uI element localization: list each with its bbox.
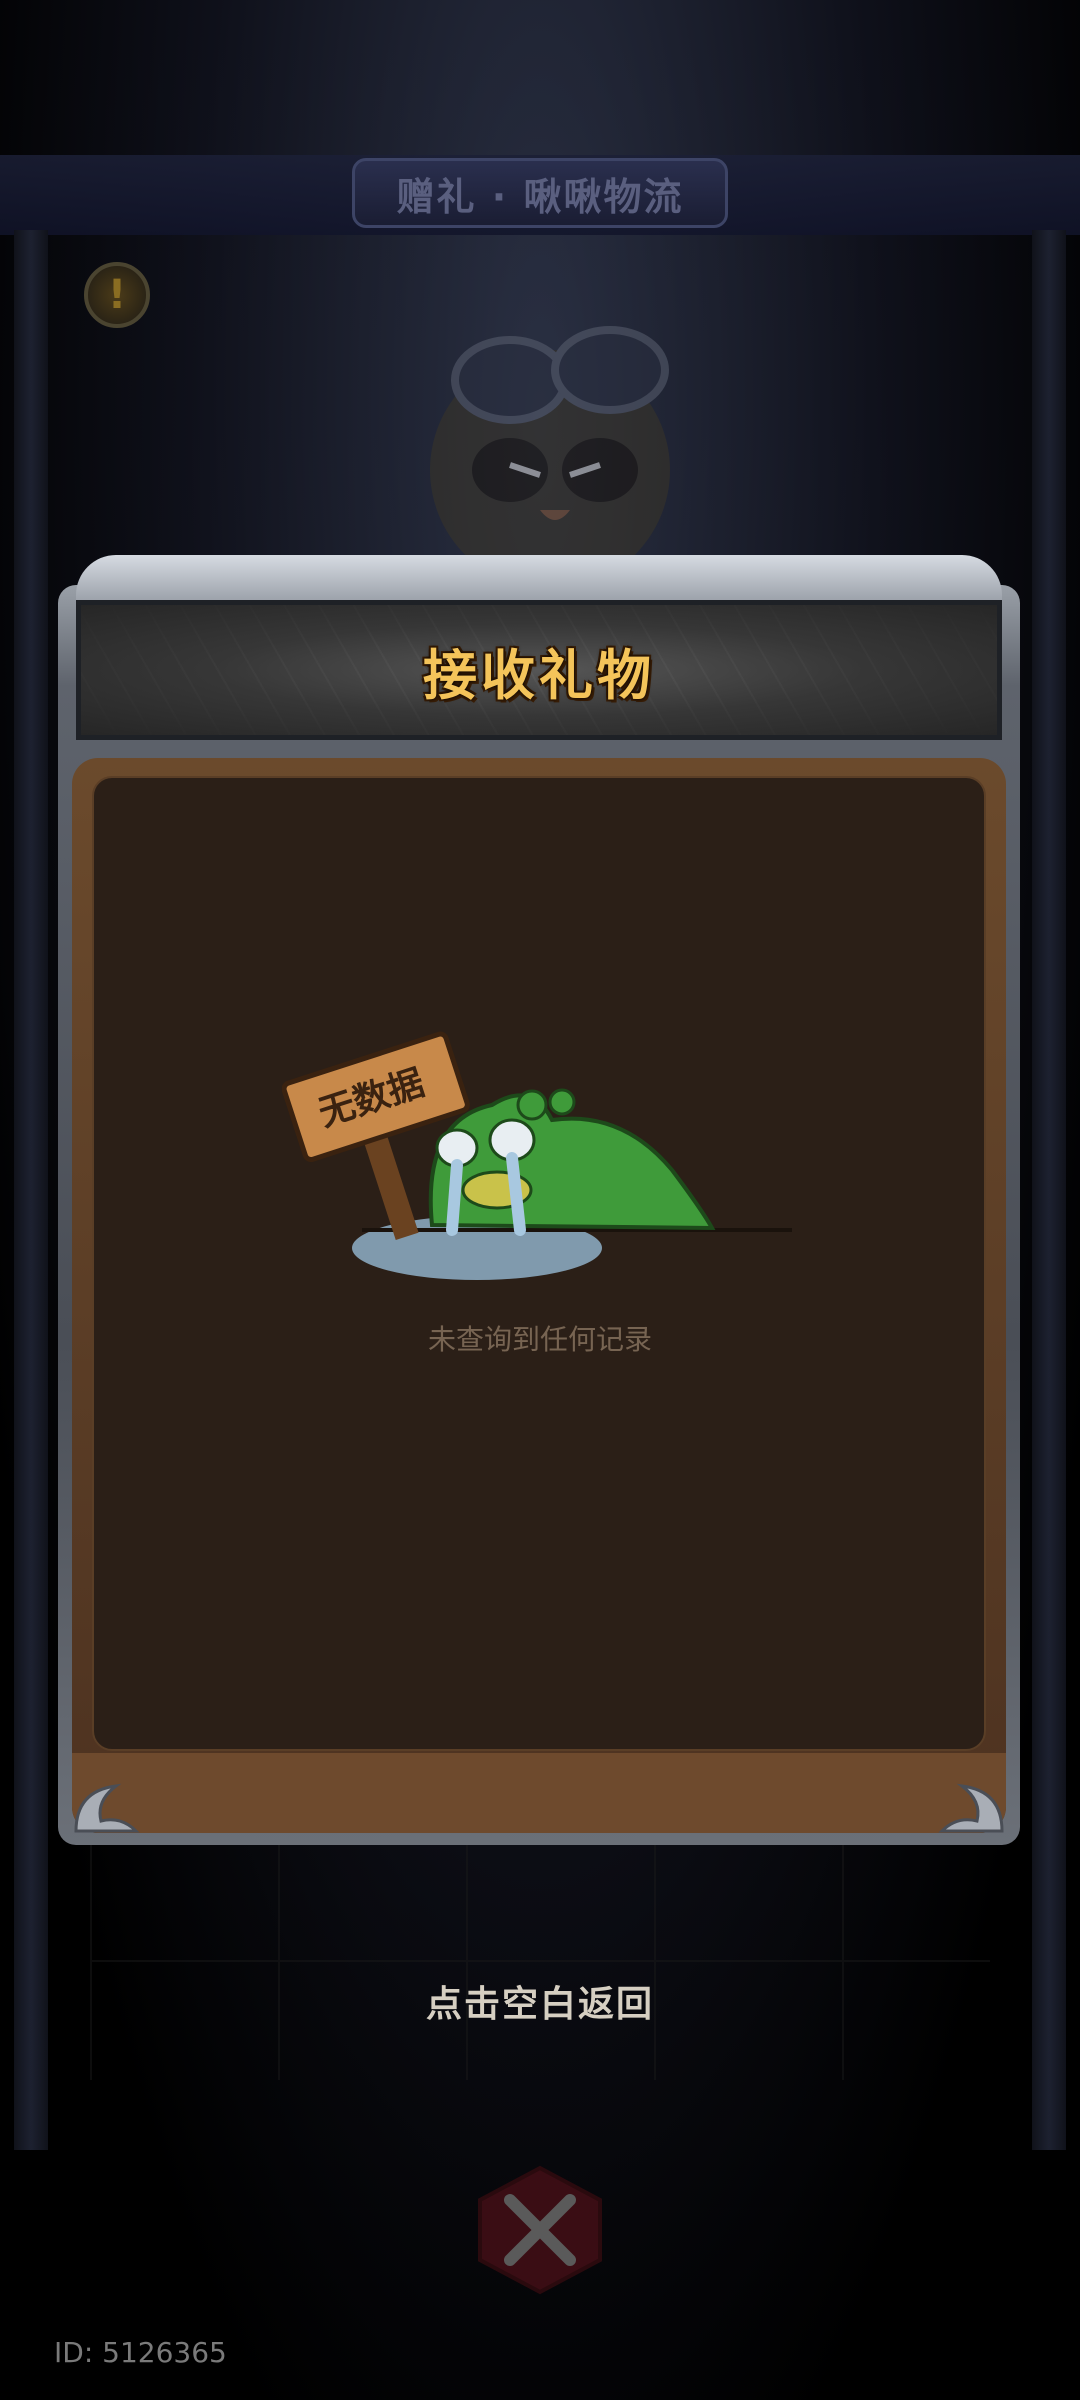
- background-grid: [90, 1840, 990, 2080]
- dialog-footer-bar: [72, 1753, 1006, 1833]
- corner-ornament-icon: [74, 1783, 140, 1833]
- window-title: 赠礼 · 啾啾物流: [352, 158, 728, 228]
- tap-to-return-hint[interactable]: 点击空白返回: [0, 1975, 1080, 2027]
- user-id-label: ID: 5126365: [54, 2336, 227, 2369]
- empty-state-illustration: 无数据: [282, 1031, 792, 1280]
- dialog-header: 接收礼物: [76, 600, 1002, 740]
- left-frame: [14, 230, 48, 2150]
- bird-mascot-icon: [430, 326, 670, 590]
- empty-message: 未查询到任何记录: [427, 1323, 652, 1356]
- dialog-title: 接收礼物: [423, 643, 655, 707]
- corner-ornament-icon: [938, 1783, 1004, 1833]
- right-frame: [1032, 230, 1066, 2150]
- info-icon[interactable]: !: [84, 262, 150, 328]
- close-icon[interactable]: [470, 2160, 610, 2300]
